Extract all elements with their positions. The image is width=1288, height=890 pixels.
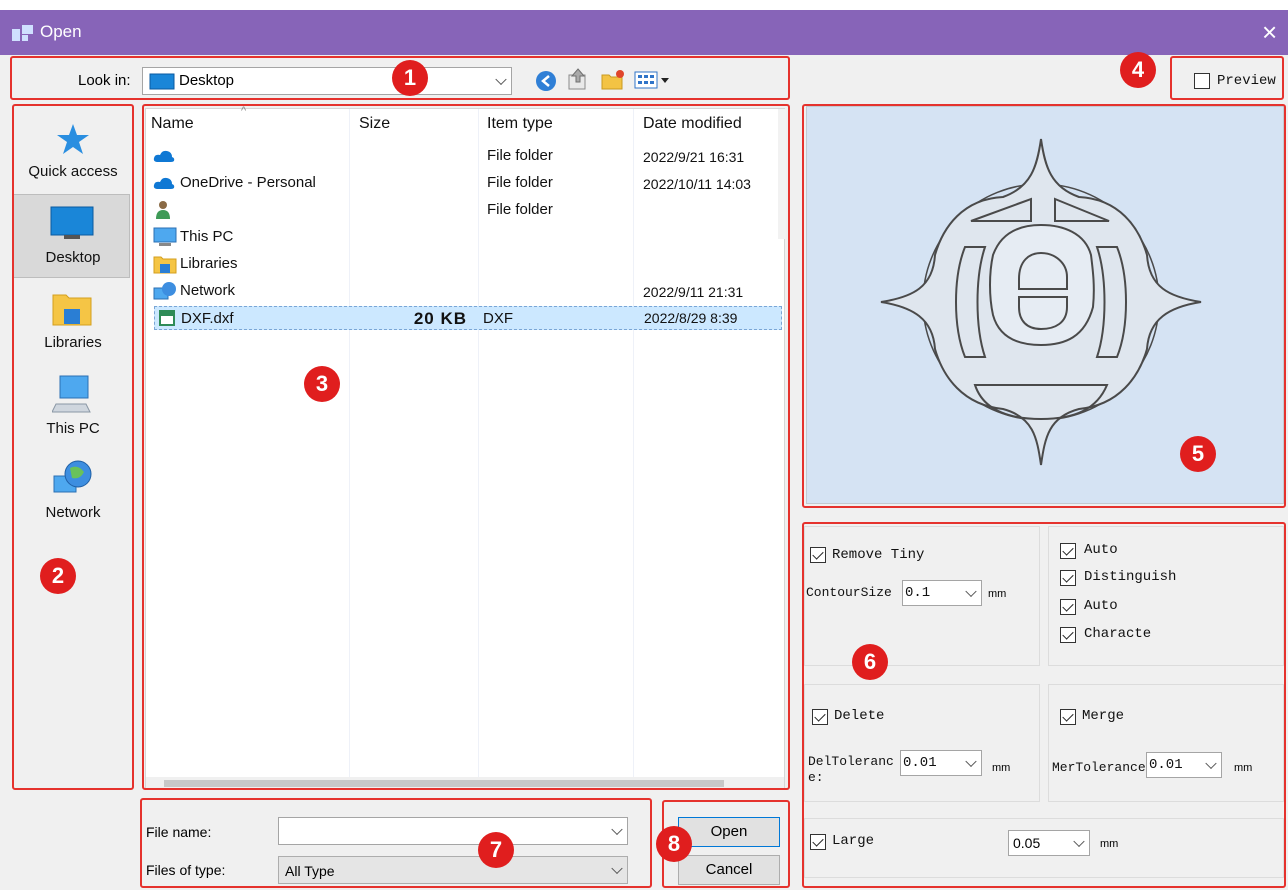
title-bar: Open × [0,10,1288,55]
badge-6: 6 [852,644,888,680]
badge-8: 8 [656,826,692,862]
badge-1: 1 [392,60,428,96]
badge-4: 4 [1120,52,1156,88]
close-button[interactable]: × [1262,17,1277,48]
badge-3: 3 [304,366,340,402]
annotation-box-options [802,522,1286,888]
annotation-box-file-name [140,798,652,888]
badge-7: 7 [478,832,514,868]
annotation-box-file-list [142,104,790,790]
annotation-box-preview [1170,56,1284,100]
annotation-box-places [12,104,134,790]
app-icon [12,25,33,41]
badge-2: 2 [40,558,76,594]
badge-5: 5 [1180,436,1216,472]
window-title: Open [40,22,82,41]
